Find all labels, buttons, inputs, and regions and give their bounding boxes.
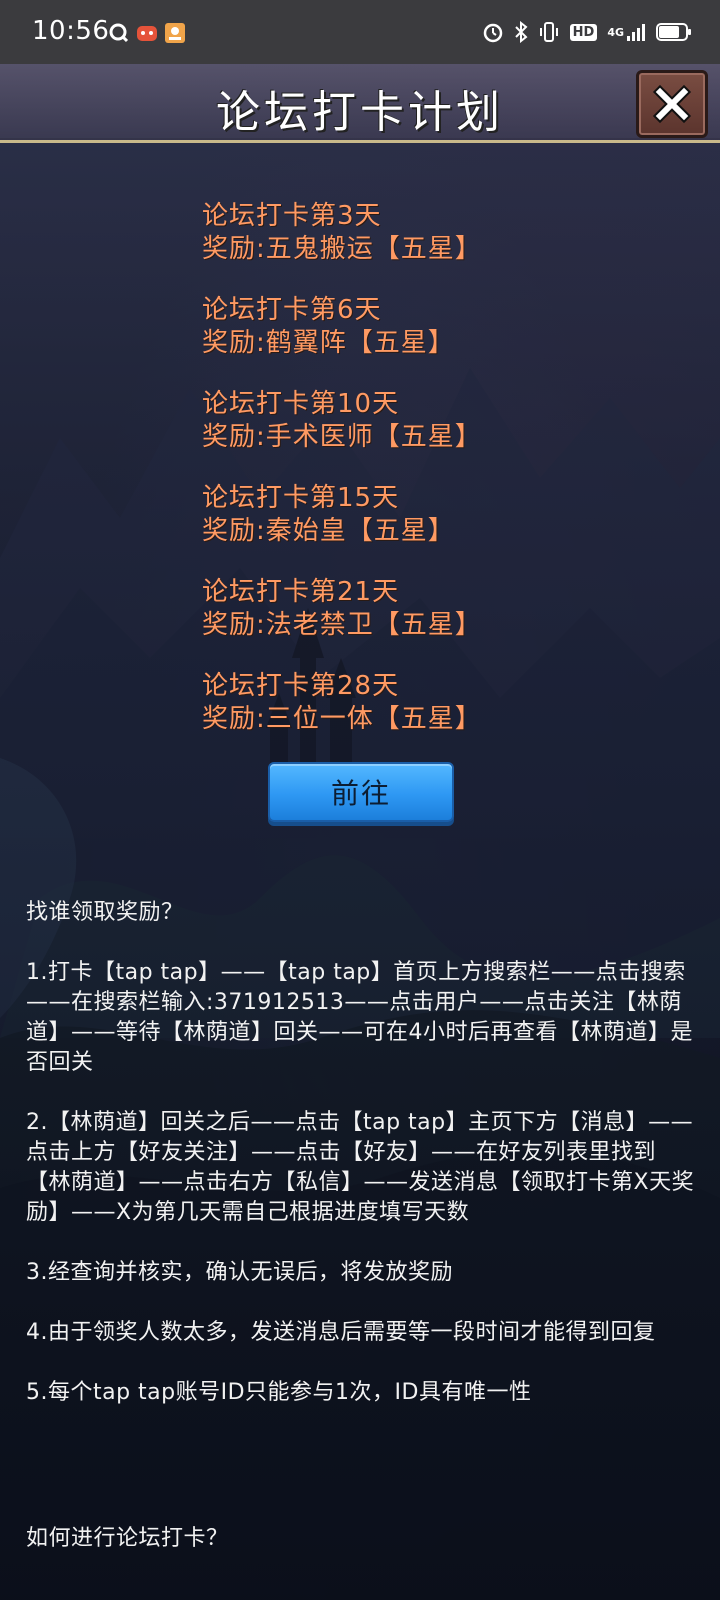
reward-prize: 奖励:三位一体【五星】 (202, 704, 482, 734)
reward-item: 论坛打卡第3天 奖励:五鬼搬运【五星】 (202, 200, 682, 266)
close-x-icon (652, 84, 692, 124)
instruction-step: 5.每个tap tap账号ID只能参与1次，ID具有唯一性 (26, 1380, 532, 1405)
second-heading: 如何进行论坛打卡？ (26, 1526, 229, 1551)
status-time: 10:56 (32, 16, 110, 46)
page-title: 论坛打卡计划 (216, 87, 504, 138)
reward-item: 论坛打卡第10天 奖励:手术医师【五星】 (202, 388, 682, 454)
battery-icon (656, 20, 692, 44)
bluetooth-icon (514, 20, 528, 44)
instructions-block: 找谁领取奖励？ 1.打卡【tap tap】——【tap tap】首页上方搜索栏—… (26, 898, 696, 1438)
instruction-step: 3.经查询并核实，确认无误后，将发放奖励 (26, 1260, 453, 1285)
reward-item: 论坛打卡第6天 奖励:鹤翼阵【五星】 (202, 294, 682, 360)
go-button[interactable]: 前往 (268, 762, 454, 822)
reward-item: 论坛打卡第28天 奖励:三位一体【五星】 (202, 670, 682, 736)
reward-day: 论坛打卡第6天 (202, 295, 382, 325)
reward-item: 论坛打卡第21天 奖励:法老禁卫【五星】 (202, 576, 682, 642)
title-bar: 论坛打卡计划 (0, 64, 720, 143)
reward-day: 论坛打卡第15天 (202, 483, 400, 513)
reward-list: 论坛打卡第3天 奖励:五鬼搬运【五星】 论坛打卡第6天 奖励:鹤翼阵【五星】 论… (202, 200, 682, 764)
hd-label: HD (569, 23, 598, 41)
reward-prize: 奖励:手术医师【五星】 (202, 422, 482, 452)
reward-day: 论坛打卡第28天 (202, 671, 400, 701)
status-bar: 10:56 HD 4G (0, 0, 720, 64)
reward-prize: 奖励:五鬼搬运【五星】 (202, 234, 482, 264)
photo-app-icon (164, 22, 186, 44)
reward-day: 论坛打卡第3天 (202, 201, 382, 231)
close-button[interactable] (636, 70, 708, 138)
alarm-icon (482, 20, 504, 44)
instruction-step: 2.【林荫道】回关之后——点击【tap tap】主页下方【消息】——点击上方【好… (26, 1110, 695, 1225)
reward-prize: 奖励:法老禁卫【五星】 (202, 610, 482, 640)
reward-item: 论坛打卡第15天 奖励:秦始皇【五星】 (202, 482, 682, 548)
vibrate-icon (538, 20, 560, 44)
game-controller-icon (136, 22, 158, 44)
network-label: 4G (607, 25, 624, 39)
hd-icon: HD (569, 20, 598, 44)
reward-prize: 奖励:鹤翼阵【五星】 (202, 328, 455, 358)
instruction-step: 1.打卡【tap tap】——【tap tap】首页上方搜索栏——点击搜索——在… (26, 960, 693, 1075)
instruction-step: 4.由于领奖人数太多，发送消息后需要等一段时间才能得到回复 (26, 1320, 656, 1345)
reward-prize: 奖励:秦始皇【五星】 (202, 516, 455, 546)
reward-day: 论坛打卡第21天 (202, 577, 400, 607)
4g-signal-icon: 4G (607, 20, 646, 44)
q-app-icon (108, 22, 130, 44)
instructions-heading: 找谁领取奖励？ (26, 900, 184, 925)
reward-day: 论坛打卡第10天 (202, 389, 400, 419)
